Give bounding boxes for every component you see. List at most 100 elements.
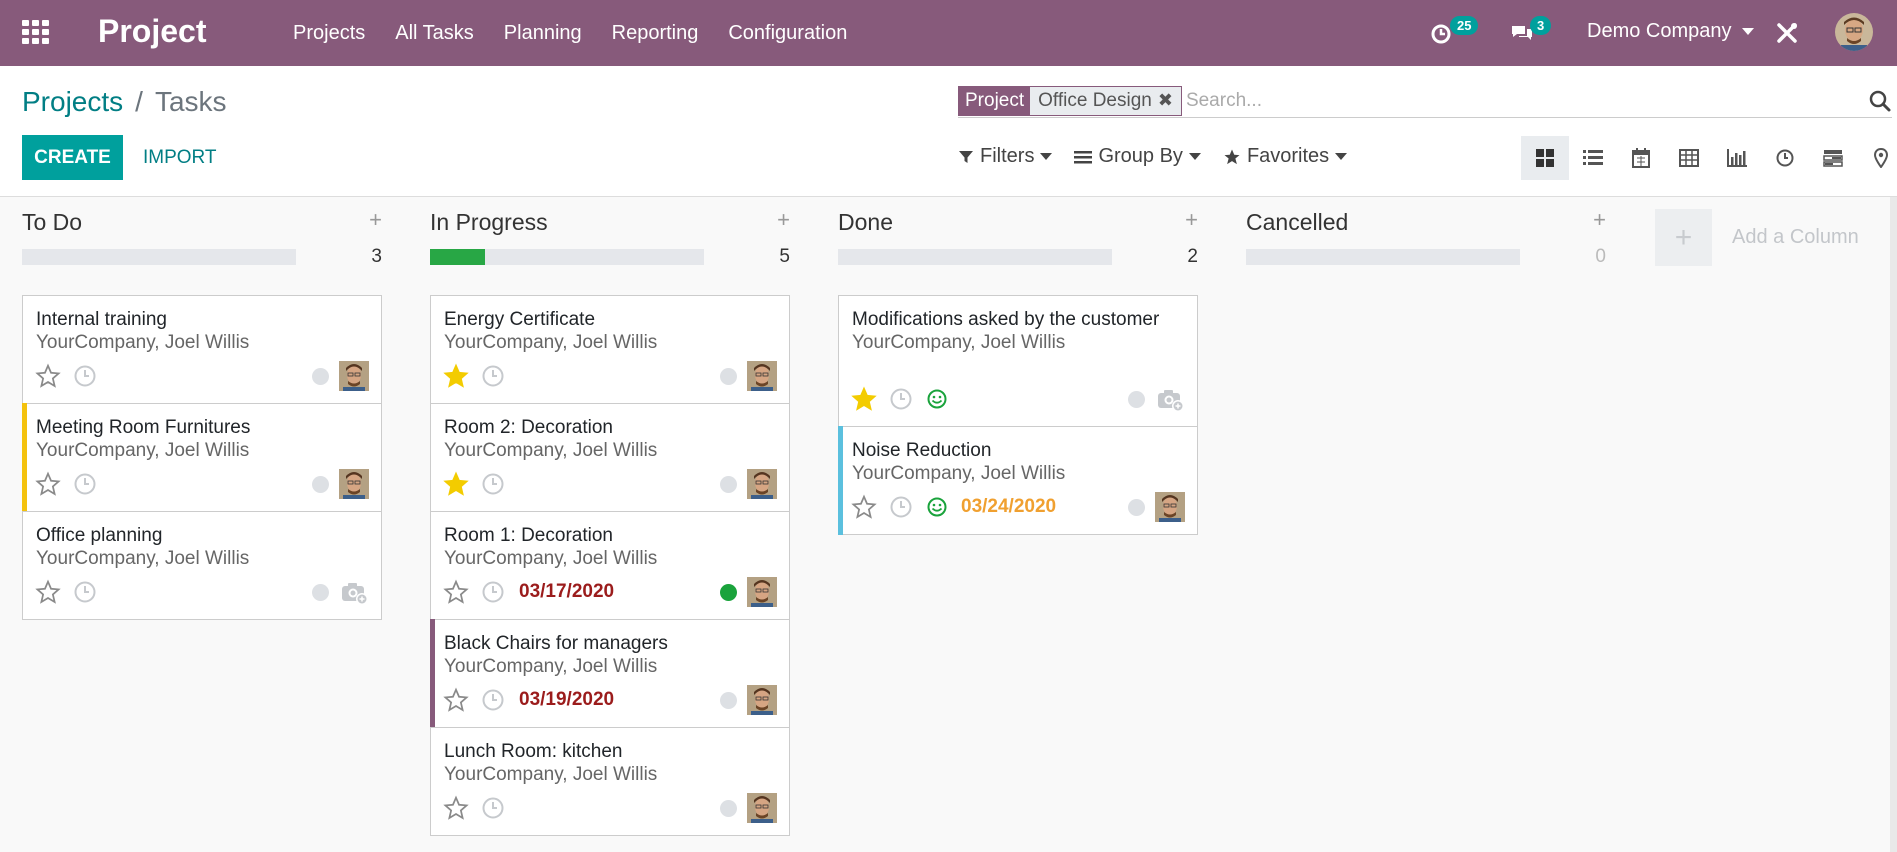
quick-create-plus-icon[interactable]: + [369, 207, 382, 233]
assignee-avatar[interactable] [747, 577, 777, 607]
assignee-avatar[interactable] [747, 685, 777, 715]
quick-create-plus-icon[interactable]: + [1593, 207, 1606, 233]
assignee-avatar[interactable] [339, 361, 369, 391]
menu-configuration[interactable]: Configuration [713, 22, 862, 45]
facet-remove-icon[interactable]: ✖ [1158, 90, 1173, 111]
breadcrumb-projects-link[interactable]: Projects [22, 86, 123, 118]
graph-view-button[interactable] [1713, 136, 1761, 180]
app-brand[interactable]: Project [98, 13, 206, 50]
menu-all-tasks[interactable]: All Tasks [380, 22, 489, 45]
groupby-dropdown[interactable]: Group By [1074, 145, 1201, 168]
column-header: Done +2 [838, 197, 1198, 277]
activity-clock-icon[interactable] [73, 472, 97, 496]
add-column-button[interactable]: + Add a Column [1655, 209, 1859, 266]
activity-clock-icon[interactable] [481, 472, 505, 496]
column-title[interactable]: Cancelled [1246, 209, 1348, 236]
task-card[interactable]: Room 2: Decoration YourCompany, Joel Will… [430, 403, 790, 512]
kanban-state-dot[interactable] [720, 583, 737, 601]
search-input[interactable] [1185, 85, 1892, 116]
search-bar: Project Office Design ✖ [958, 84, 1892, 118]
company-switcher[interactable]: Demo Company [1587, 20, 1754, 43]
activity-clock-icon[interactable] [73, 580, 97, 604]
task-card[interactable]: Noise Reduction YourCompany, Joel Willis 0… [838, 426, 1198, 535]
activity-clock-icon[interactable] [889, 387, 913, 411]
camera-icon[interactable] [339, 577, 369, 607]
task-card[interactable]: Modifications asked by the customer YourC… [838, 295, 1198, 427]
star-outline-icon[interactable] [35, 471, 61, 497]
menu-projects[interactable]: Projects [278, 22, 380, 45]
task-card[interactable]: Lunch Room: kitchen YourCompany, Joel Wil… [430, 727, 790, 836]
kanban-state-dot[interactable] [720, 799, 737, 817]
card-footer: 03/24/2020 [851, 492, 1185, 522]
task-card[interactable]: Room 1: Decoration YourCompany, Joel Will… [430, 511, 790, 620]
activity-clock-icon[interactable] [481, 364, 505, 388]
apps-menu-icon[interactable] [22, 20, 50, 44]
column-progress-bar[interactable] [22, 249, 296, 265]
gantt-view-button[interactable] [1809, 136, 1857, 180]
activity-clock-icon[interactable] [889, 495, 913, 519]
column-title[interactable]: In Progress [430, 209, 548, 236]
star-filled-icon[interactable] [443, 363, 469, 389]
activity-clock-icon[interactable] [73, 364, 97, 388]
kanban-state-dot[interactable] [312, 583, 329, 601]
pivot-view-button[interactable] [1665, 136, 1713, 180]
assignee-avatar[interactable] [747, 361, 777, 391]
star-outline-icon[interactable] [851, 494, 877, 520]
filters-dropdown[interactable]: Filters [958, 145, 1053, 168]
messaging-menu[interactable]: 3 [1510, 16, 1552, 48]
activity-clock-icon[interactable] [481, 688, 505, 712]
calendar-view-button[interactable] [1617, 136, 1665, 180]
user-avatar[interactable] [1835, 13, 1873, 51]
menu-reporting[interactable]: Reporting [597, 22, 714, 45]
quick-create-plus-icon[interactable]: + [777, 207, 790, 233]
kanban-state-dot[interactable] [312, 367, 329, 385]
search-icon[interactable] [1868, 89, 1892, 113]
star-outline-icon[interactable] [443, 579, 469, 605]
task-card[interactable]: Office planning YourCompany, Joel Willis [22, 511, 382, 620]
list-view-button[interactable] [1569, 136, 1617, 180]
star-outline-icon[interactable] [443, 795, 469, 821]
column-progress-bar[interactable] [838, 249, 1112, 265]
activity-clock-icon[interactable] [481, 580, 505, 604]
task-title: Room 1: Decoration [444, 525, 613, 546]
map-view-button[interactable] [1857, 136, 1897, 180]
kanban-state-dot[interactable] [720, 367, 737, 385]
activity-clock-icon[interactable] [481, 796, 505, 820]
column-title[interactable]: Done [838, 209, 893, 236]
kanban-state-dot[interactable] [312, 475, 329, 493]
list-view-icon [1583, 150, 1603, 165]
camera-icon[interactable] [1155, 384, 1185, 414]
import-button[interactable]: IMPORT [135, 135, 225, 180]
create-button[interactable]: CREATE [22, 135, 123, 180]
star-outline-icon[interactable] [443, 687, 469, 713]
column-title[interactable]: To Do [22, 209, 82, 236]
column-progress-bar[interactable] [430, 249, 704, 265]
kanban-state-dot[interactable] [720, 691, 737, 709]
star-filled-icon[interactable] [443, 471, 469, 497]
star-filled-icon[interactable] [851, 386, 877, 412]
column-cards: Energy Certificate YourCompany, Joel Will… [430, 295, 790, 836]
company-name: Demo Company [1587, 20, 1732, 42]
task-card[interactable]: Black Chairs for managers YourCompany, Jo… [430, 619, 790, 728]
scrollbar[interactable] [1890, 197, 1897, 852]
task-card[interactable]: Internal training YourCompany, Joel Willi… [22, 295, 382, 404]
star-outline-icon[interactable] [35, 579, 61, 605]
activity-view-button[interactable] [1761, 136, 1809, 180]
assignee-avatar[interactable] [339, 469, 369, 499]
assignee-avatar[interactable] [747, 469, 777, 499]
star-outline-icon[interactable] [35, 363, 61, 389]
task-card[interactable]: Meeting Room Furnitures YourCompany, Joel… [22, 403, 382, 512]
column-progress-bar[interactable] [1246, 249, 1520, 265]
task-card[interactable]: Energy Certificate YourCompany, Joel Will… [430, 295, 790, 404]
kanban-state-dot[interactable] [1128, 498, 1145, 516]
kanban-state-dot[interactable] [1128, 390, 1145, 408]
kanban-view-button[interactable] [1521, 136, 1569, 180]
assignee-avatar[interactable] [1155, 492, 1185, 522]
quick-create-plus-icon[interactable]: + [1185, 207, 1198, 233]
kanban-state-dot[interactable] [720, 475, 737, 493]
debug-tools-icon[interactable] [1774, 20, 1800, 46]
activity-menu[interactable]: 25 [1430, 16, 1479, 48]
menu-planning[interactable]: Planning [489, 22, 597, 45]
assignee-avatar[interactable] [747, 793, 777, 823]
favorites-dropdown[interactable]: Favorites [1223, 145, 1348, 168]
